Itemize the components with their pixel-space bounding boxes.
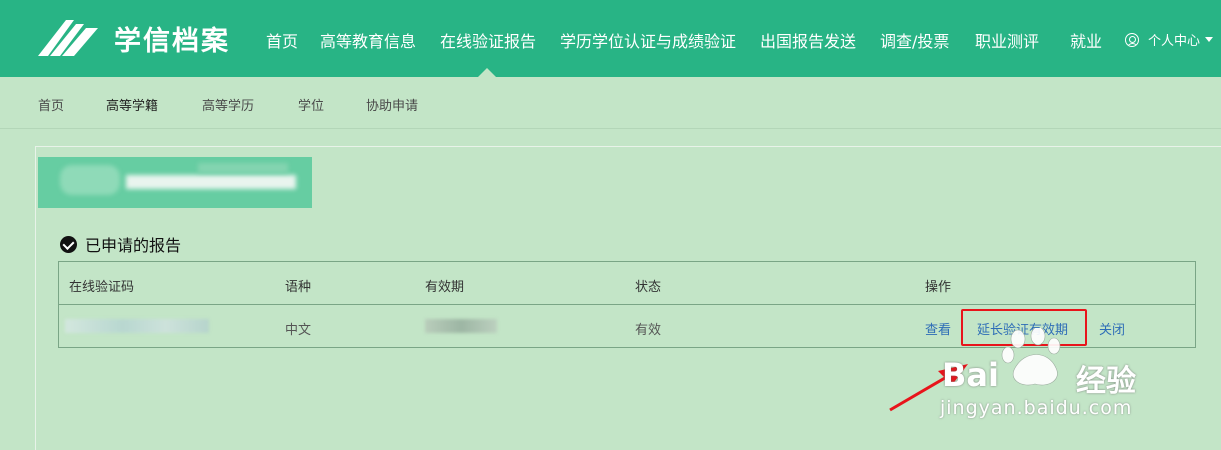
active-nav-pointer	[478, 68, 496, 77]
subnav-item-home[interactable]: 首页	[38, 95, 64, 114]
main-nav: 首页 高等教育信息 在线验证报告 学历学位认证与成绩验证 出国报告发送 调查/投…	[0, 0, 1221, 77]
nav-item-survey-vote[interactable]: 调查/投票	[880, 28, 949, 52]
banner-decoration	[60, 165, 120, 195]
baidu-watermark: Bai 经验	[930, 326, 1221, 450]
col-header-verification-code: 在线验证码	[69, 280, 135, 295]
nav-item-home[interactable]: 首页	[266, 28, 298, 52]
check-circle-icon	[60, 235, 77, 253]
subnav-item-academic-record[interactable]: 高等学历	[202, 95, 254, 114]
nav-item-online-verification-report[interactable]: 在线验证报告	[440, 28, 536, 52]
col-header-status: 状态	[635, 280, 662, 295]
watermark-brand: Bai	[942, 356, 999, 394]
subnav-item-degree[interactable]: 学位	[298, 95, 324, 114]
section-title-text: 已申请的报告	[85, 236, 182, 255]
nav-item-higher-education-info[interactable]: 高等教育信息	[320, 28, 416, 52]
col-header-language: 语种	[285, 280, 312, 295]
watermark-brand-cn: 经验	[1076, 364, 1136, 399]
col-header-expiry: 有效期	[425, 280, 465, 295]
nav-item-overseas-report[interactable]: 出国报告发送	[760, 28, 856, 52]
subnav-item-student-status[interactable]: 高等学籍	[106, 95, 158, 114]
user-menu[interactable]: 个人中心	[1125, 30, 1214, 49]
cell-status: 有效	[635, 323, 662, 338]
watermark-url: jingyan.baidu.com	[940, 397, 1133, 419]
chevron-down-icon	[1205, 37, 1214, 42]
redacted-expiry-date	[425, 319, 497, 333]
cell-language: 中文	[285, 323, 312, 338]
col-header-actions: 操作	[925, 280, 952, 295]
sub-navigation: 首页 高等学籍 高等学历 学位 协助申请	[0, 77, 1221, 129]
nav-item-degree-certification[interactable]: 学历学位认证与成绩验证	[560, 28, 736, 52]
nav-item-employment[interactable]: 就业	[1070, 28, 1102, 52]
redacted-verification-code	[65, 319, 209, 333]
user-icon	[1125, 32, 1139, 47]
table-header: 在线验证码 语种 有效期 状态 操作	[59, 262, 1195, 305]
nav-item-career-assessment[interactable]: 职业测评	[975, 28, 1039, 52]
user-menu-label: 个人中心	[1148, 34, 1201, 49]
section-title: 已申请的报告	[60, 232, 181, 256]
top-navigation-bar: 学信档案 首页 高等教育信息 在线验证报告 学历学位认证与成绩验证 出国报告发送…	[0, 0, 1221, 77]
profile-banner	[38, 157, 312, 208]
subnav-item-assist-apply[interactable]: 协助申请	[366, 95, 418, 114]
banner-decoration	[198, 163, 288, 173]
redacted-name	[126, 175, 296, 189]
